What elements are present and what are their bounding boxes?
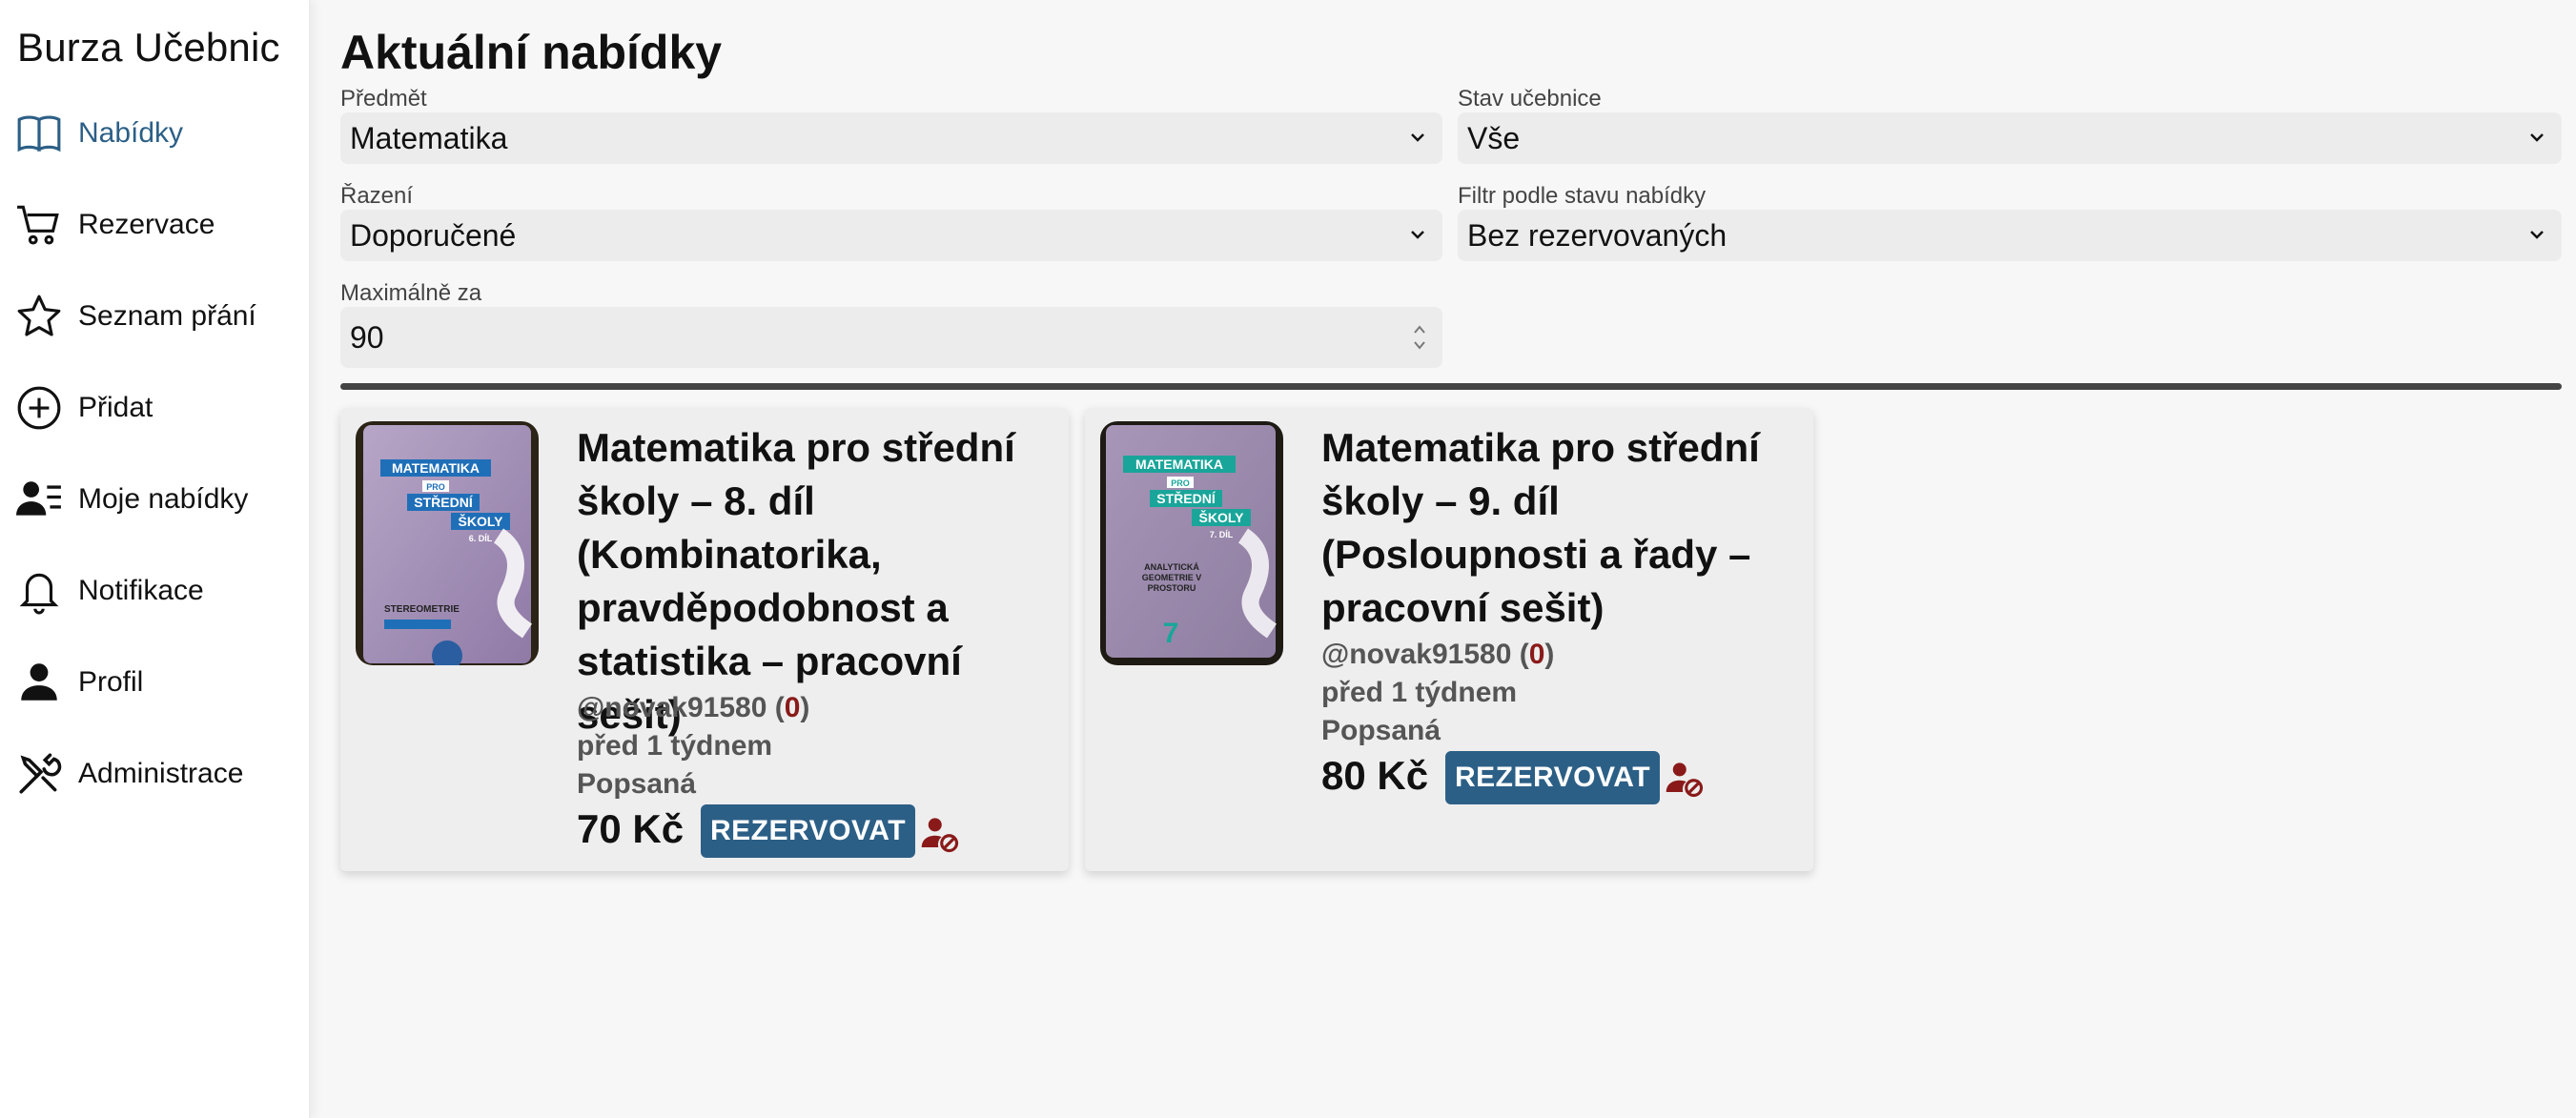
sidebar-item-label: Notifikace	[78, 575, 204, 606]
reserve-button[interactable]: REZERVOVAT	[1445, 751, 1661, 804]
reserve-button[interactable]: REZERVOVAT	[701, 804, 916, 858]
price: 80 Kč	[1321, 753, 1429, 798]
offer-state-select-value: Bez rezervovaných	[1467, 217, 1728, 253]
sidebar-item-label: Nabídky	[78, 117, 184, 149]
sort-label: Řazení	[340, 183, 414, 209]
sort-select[interactable]: Doporučené	[340, 210, 1442, 261]
max-price-label: Maximálně za	[340, 280, 482, 306]
sidebar-item-administrace[interactable]: Administrace	[15, 745, 301, 803]
sidebar-item-notifikace[interactable]: Notifikace	[15, 562, 301, 620]
posted-time: před 1 týdnem	[577, 730, 773, 762]
sidebar-item-nabidky[interactable]: Nabídky	[15, 105, 301, 162]
user-list-icon	[15, 475, 65, 524]
block-user-icon[interactable]	[1665, 759, 1705, 799]
subject-label: Předmět	[340, 86, 427, 112]
plus-circle-icon	[15, 383, 65, 433]
condition-select-value: Vše	[1467, 120, 1521, 155]
seller-rating-close: )	[1544, 639, 1555, 670]
seller-handle[interactable]: @novak91580 (0)	[577, 692, 809, 724]
sidebar-item-label: Seznam přání	[78, 300, 256, 332]
star-icon	[15, 292, 65, 341]
seller-rating-close: )	[800, 692, 810, 723]
offer-card[interactable]: MATEMATIKA PRO STŘEDNÍ ŠKOLY 7. DÍL ANAL…	[1085, 408, 1813, 871]
subject-select-value: Matematika	[350, 120, 508, 155]
seller-handle[interactable]: @novak91580 (0)	[1321, 639, 1554, 671]
cover-part: 6. DÍL	[469, 534, 493, 543]
cover-line2: ŠKOLY	[459, 513, 504, 529]
cover-big-number: 7	[1163, 618, 1179, 649]
max-price-value: 90	[350, 319, 384, 355]
condition-label: Stav učebnice	[1458, 86, 1602, 112]
sidebar-item-rezervace[interactable]: Rezervace	[15, 196, 301, 254]
posted-time: před 1 týdnem	[1321, 677, 1518, 708]
seller-name: @novak91580	[1321, 639, 1512, 670]
cart-icon	[15, 200, 65, 250]
sidebar-item-seznam-prani[interactable]: Seznam přání	[15, 288, 301, 345]
bell-icon	[15, 566, 65, 616]
book-cover-image: MATEMATIKA PRO STŘEDNÍ ŠKOLY 7. DÍL ANAL…	[1100, 421, 1283, 665]
offer-title[interactable]: Matematika pro střední školy – 9. díl (P…	[1321, 421, 1808, 635]
block-user-icon[interactable]	[920, 814, 960, 854]
max-price-input[interactable]: 90	[340, 307, 1442, 368]
offer-card[interactable]: MATEMATIKA PRO STŘEDNÍ ŠKOLY 6. DÍL STER…	[340, 408, 1069, 871]
sidebar-item-label: Administrace	[78, 758, 244, 789]
offer-state-select[interactable]: Bez rezervovaných	[1458, 210, 2562, 261]
sidebar-item-pridat[interactable]: Přidat	[15, 379, 301, 437]
seller-rating: 0	[784, 692, 801, 723]
sidebar-item-label: Moje nabídky	[78, 483, 249, 515]
divider	[340, 383, 2562, 390]
cover-line1: STŘEDNÍ	[414, 494, 474, 510]
stepper-icon[interactable]	[1410, 320, 1429, 355]
chevron-down-icon	[1411, 231, 1424, 239]
offer-state-label: Filtr podle stavu nabídky	[1458, 183, 1707, 209]
sidebar-item-label: Profil	[78, 666, 144, 698]
cover-pro: PRO	[426, 482, 445, 492]
cover-subtitle: STEREOMETRIE	[384, 604, 460, 615]
sidebar: Burza Učebnic Nabídky Rezervace Seznam p…	[0, 0, 311, 1118]
book-cover-image: MATEMATIKA PRO STŘEDNÍ ŠKOLY 6. DÍL STER…	[356, 421, 539, 665]
cover-series: MATEMATIKA	[392, 460, 480, 476]
sidebar-item-moje-nabidky[interactable]: Moje nabídky	[15, 471, 301, 528]
page-title: Aktuální nabídky	[340, 26, 723, 79]
brand-title: Burza Učebnic	[17, 25, 280, 70]
cover-line2: ŠKOLY	[1199, 509, 1245, 525]
cover-line1: STŘEDNÍ	[1156, 490, 1216, 506]
chevron-down-icon	[1411, 133, 1424, 142]
sort-select-value: Doporučené	[350, 217, 517, 253]
seller-rating-open: (	[767, 692, 785, 723]
tools-icon	[15, 749, 65, 799]
book-condition: Popsaná	[577, 768, 697, 800]
sidebar-item-label: Rezervace	[78, 209, 215, 240]
sidebar-item-label: Přidat	[78, 392, 153, 423]
cover-pro: PRO	[1171, 478, 1190, 488]
cover-subtitle: ANALYTICKÁ GEOMETRIE V PROSTORU	[1141, 562, 1202, 593]
seller-rating: 0	[1528, 639, 1545, 670]
seller-rating-open: (	[1511, 639, 1529, 670]
chevron-down-icon	[2530, 133, 2544, 142]
person-icon	[15, 658, 65, 707]
book-condition: Popsaná	[1321, 715, 1441, 746]
cover-series: MATEMATIKA	[1135, 457, 1223, 472]
condition-select[interactable]: Vše	[1458, 112, 2562, 164]
chevron-down-icon	[2530, 231, 2544, 239]
cover-part: 7. DÍL	[1210, 530, 1234, 539]
subject-select[interactable]: Matematika	[340, 112, 1442, 164]
sidebar-item-profil[interactable]: Profil	[15, 654, 301, 711]
book-icon	[15, 109, 65, 158]
price: 70 Kč	[577, 806, 685, 851]
seller-name: @novak91580	[577, 692, 767, 723]
